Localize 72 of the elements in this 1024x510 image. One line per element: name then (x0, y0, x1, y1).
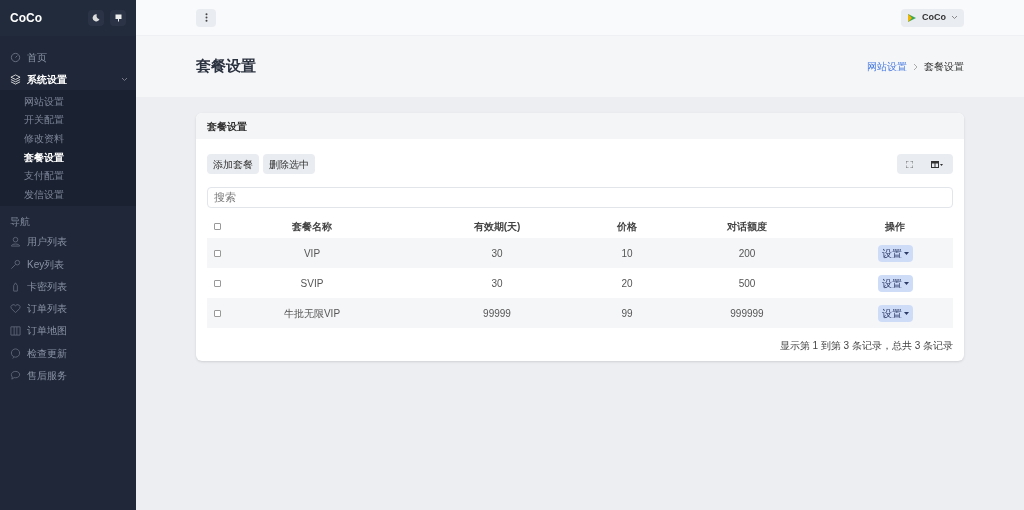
sidebar-item[interactable]: 订单地图 (0, 319, 136, 343)
speech-bubble-icon (10, 347, 21, 359)
checkbox[interactable] (213, 249, 221, 257)
chevron-right-icon (913, 62, 918, 71)
column-header: 套餐名称 (227, 214, 397, 238)
sidebar-subitem[interactable]: 支付配置 (0, 166, 136, 185)
sidebar-subitem[interactable]: 修改资料 (0, 129, 136, 148)
heart-icon (10, 303, 21, 315)
avatar-icon (907, 12, 917, 23)
search-field[interactable]: 搜索 (207, 186, 953, 208)
checkbox[interactable] (213, 222, 221, 230)
table-cell: 99 (597, 298, 657, 328)
sidebar-item[interactable]: 系统设置 (0, 68, 136, 90)
sidebar-item[interactable]: 检查更新 (0, 342, 136, 365)
sidebar-item[interactable]: 卡密列表 (0, 275, 136, 298)
table-cell: 999999 (657, 298, 837, 328)
fullscreen-icon (905, 160, 913, 168)
sidebar-item[interactable]: Key列表 (0, 252, 136, 276)
settings-dropdown-button[interactable]: 设置 (877, 244, 913, 262)
columns-icon (931, 160, 943, 168)
table-cell: VIP (227, 238, 397, 268)
sidebar-item[interactable]: 首页 (0, 46, 136, 68)
table-cell: SVIP (227, 268, 397, 298)
sidebar-item[interactable]: 售后服务 (0, 364, 136, 387)
column-header: 操作 (837, 214, 953, 238)
user-menu-button[interactable]: CoCo (901, 8, 964, 27)
user-icon (10, 236, 21, 248)
sidebar-item[interactable]: 订单列表 (0, 297, 136, 320)
table-cell: 99999 (397, 298, 597, 328)
sidebar-subitem[interactable]: 发信设置 (0, 184, 136, 204)
brand-logo: CoCo (10, 10, 42, 27)
chat-icon (10, 370, 21, 381)
toolbar-button[interactable]: 添加套餐 (207, 154, 259, 174)
dark-mode-button[interactable] (88, 10, 104, 26)
caret-icon (903, 281, 909, 285)
column-header: 价格 (597, 214, 657, 238)
pagination-info: 显示第 1 到第 3 条记录，总共 3 条记录 (779, 339, 953, 353)
more-icon (204, 13, 208, 22)
pin-button[interactable] (110, 10, 126, 26)
column-header: 对话额度 (657, 214, 837, 238)
page-title: 套餐设置 (196, 56, 256, 77)
table-cell: 10 (597, 238, 657, 268)
settings-dropdown-button[interactable]: 设置 (877, 304, 913, 322)
chevron-icon (951, 15, 958, 20)
table-cell: 牛批无限VIP (227, 298, 397, 328)
sidebar-item[interactable]: 用户列表 (0, 230, 136, 253)
card-title: 套餐设置 (207, 119, 247, 134)
section-heading: 导航 (9, 214, 31, 229)
settings-dropdown-button[interactable]: 设置 (877, 274, 913, 292)
table-cell: 200 (657, 238, 837, 268)
gauge-icon (10, 51, 21, 63)
table-cell: 500 (657, 268, 837, 298)
caret-icon (903, 251, 909, 255)
layers-icon (10, 73, 21, 85)
more-button[interactable] (196, 8, 216, 27)
map-icon (10, 325, 21, 337)
key-icon (10, 258, 21, 270)
caret-icon (903, 311, 909, 315)
toolbar-button[interactable]: 删除选中 (263, 154, 315, 174)
sidebar-subitem[interactable]: 套餐设置 (0, 147, 136, 167)
breadcrumb-link[interactable]: 网站设置 (867, 59, 907, 74)
table-cell: 20 (597, 268, 657, 298)
pin-icon (114, 14, 122, 22)
table-cell: 30 (397, 238, 597, 268)
checkbox[interactable] (213, 309, 221, 317)
checkbox[interactable] (213, 279, 221, 287)
pen-icon (10, 280, 21, 292)
table-cell: 30 (397, 268, 597, 298)
moon-icon (92, 14, 100, 22)
column-header: 有效期(天) (397, 214, 597, 238)
sidebar-subitem[interactable]: 网站设置 (0, 92, 136, 111)
sidebar-subitem[interactable]: 开关配置 (0, 110, 136, 130)
